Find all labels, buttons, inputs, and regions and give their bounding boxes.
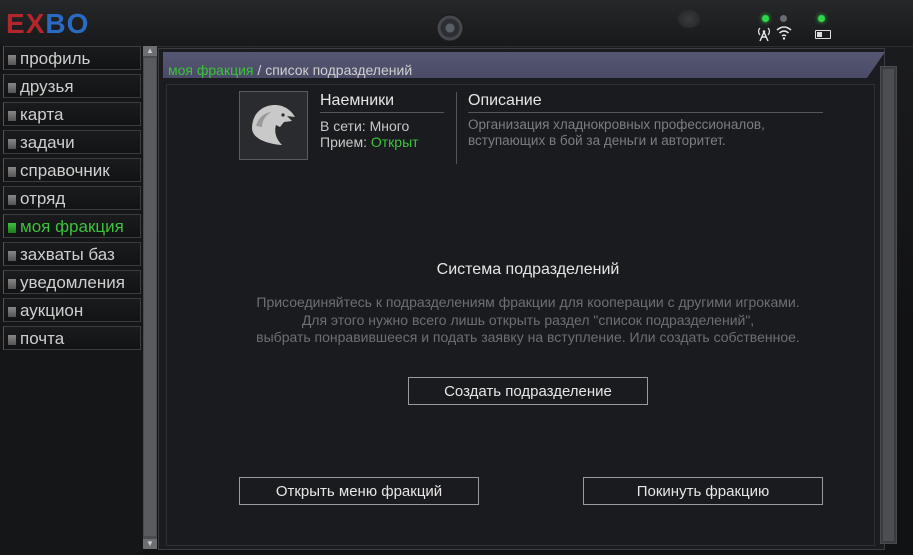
scrollbar-thumb[interactable]: [144, 58, 156, 536]
camera-icon: [436, 14, 464, 42]
faction-online: В сети: Много: [320, 118, 410, 134]
sidebar-item-mail[interactable]: почта: [3, 326, 141, 350]
faction-name: Наемники: [320, 92, 395, 109]
status-led-green-2: [818, 15, 825, 22]
sidebar-item-my-faction[interactable]: моя фракция: [3, 214, 141, 238]
sidebar-item-auction[interactable]: аукцион: [3, 298, 141, 322]
scroll-up-arrow-icon[interactable]: ▲: [143, 46, 157, 56]
status-led-off: [780, 15, 787, 22]
divider-line-2: [468, 112, 823, 113]
sensor-icon: [678, 10, 700, 28]
sidebar-item-reference[interactable]: справочник: [3, 158, 141, 182]
eagle-icon: [252, 105, 295, 145]
sidebar-item-notifications[interactable]: уведомления: [3, 270, 141, 294]
sidebar-item-squad[interactable]: отряд: [3, 186, 141, 210]
exbo-logo: EXBO: [6, 8, 90, 39]
breadcrumb-current: список подразделений: [265, 62, 413, 78]
wifi-icon: [776, 26, 792, 40]
top-bezel: EXBO: [0, 0, 913, 47]
sidebar-item-map[interactable]: карта: [3, 102, 141, 126]
sidebar-item-tasks[interactable]: задачи: [3, 130, 141, 154]
antenna-icon: [758, 27, 770, 42]
breadcrumb: моя фракция / список подразделений: [168, 62, 413, 78]
faction-emblem: [239, 91, 308, 160]
breadcrumb-link-my-faction[interactable]: моя фракция: [168, 62, 254, 78]
description-title: Описание: [468, 92, 542, 109]
status-led-green: [762, 15, 769, 22]
vertical-divider: [456, 92, 457, 164]
divider-line: [320, 112, 444, 113]
create-division-button[interactable]: Создать подразделение: [408, 377, 648, 405]
sidebar-item-base-captures[interactable]: захваты баз: [3, 242, 141, 266]
sidebar-item-friends[interactable]: друзья: [3, 74, 141, 98]
open-faction-menu-button[interactable]: Открыть меню фракций: [239, 477, 479, 505]
faction-recruitment: Прием: Открыт: [320, 134, 419, 150]
divisions-title: Система подразделений: [436, 261, 620, 278]
sidebar-scrollbar[interactable]: ▲ ▼: [143, 46, 157, 549]
leave-faction-button[interactable]: Покинуть фракцию: [583, 477, 823, 505]
sidebar-item-profile[interactable]: профиль: [3, 46, 141, 70]
scroll-down-arrow-icon[interactable]: ▼: [143, 539, 157, 549]
divisions-description: Присоединяйтесь к подразделениям фракции…: [256, 294, 800, 345]
battery-icon: [815, 30, 831, 39]
description-text: Организация хладнокровных профессионалов…: [468, 117, 765, 148]
sidebar: профиль друзья карта задачи справочник о…: [0, 46, 143, 555]
